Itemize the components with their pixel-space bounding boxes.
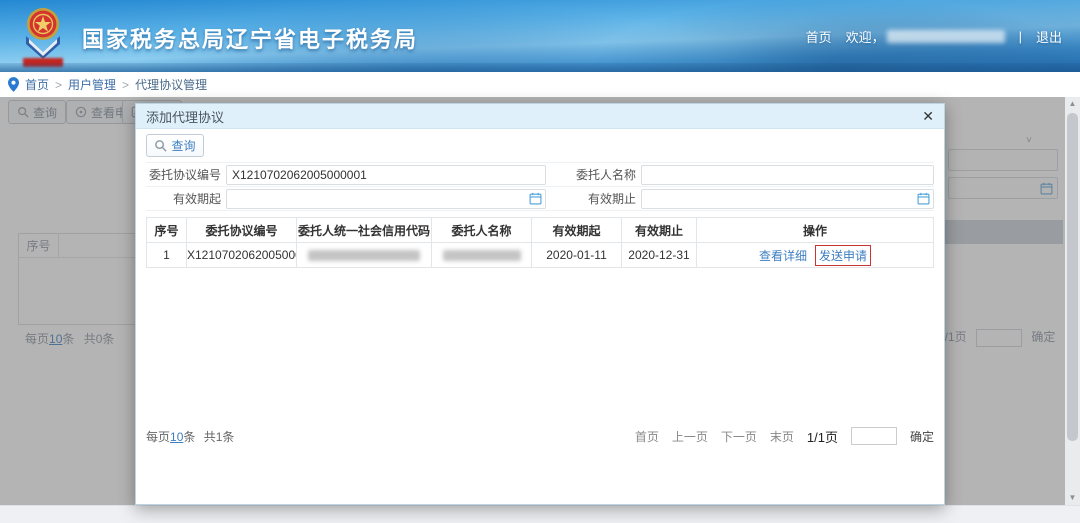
national-emblem-logo xyxy=(16,6,70,68)
redacted-principal-name xyxy=(442,250,521,262)
vertical-scrollbar[interactable]: ▲ ▼ xyxy=(1065,97,1080,505)
col-valid-from: 有效期起 xyxy=(531,217,622,243)
send-request-link[interactable]: 发送申请 xyxy=(815,244,872,266)
search-icon xyxy=(155,140,168,152)
nav-divider: | xyxy=(1018,29,1022,44)
valid-from-input[interactable] xyxy=(226,188,546,209)
confirm-page-button[interactable]: 确定 xyxy=(910,428,934,445)
logout-link[interactable]: 退出 xyxy=(1036,27,1062,46)
site-title: 国家税务总局辽宁省电子税务局 xyxy=(82,27,419,52)
prev-page-link[interactable]: 上一页 xyxy=(672,428,708,445)
logo-caption-redacted xyxy=(23,58,63,67)
cell-valid-to: 2020-12-31 xyxy=(621,242,697,268)
scrollbar-thumb[interactable] xyxy=(1067,113,1078,441)
scroll-up-icon[interactable]: ▲ xyxy=(1069,97,1077,111)
next-page-link[interactable]: 下一页 xyxy=(721,428,757,445)
first-page-link[interactable]: 首页 xyxy=(635,428,659,445)
last-page-link[interactable]: 末页 xyxy=(770,428,794,445)
table-header-row: 序号 委托协议编号 委托人统一社会信用代码 委托人名称 有效期起 有效期止 操作 xyxy=(146,217,934,243)
valid-from-label: 有效期起 xyxy=(172,192,221,206)
col-seq: 序号 xyxy=(146,217,187,243)
banner-nav: 首页 欢迎， | 退出 xyxy=(806,27,1062,46)
col-actions: 操作 xyxy=(696,217,934,243)
dialog-title: 添加代理协议 xyxy=(146,109,225,125)
col-credit-code: 委托人统一社会信用代码 xyxy=(296,217,432,243)
cell-principal-name xyxy=(431,242,532,268)
redacted-credit-code xyxy=(308,250,420,262)
footer-strip xyxy=(0,505,1080,523)
page-number-input[interactable] xyxy=(850,427,897,445)
view-detail-link[interactable]: 查看详细 xyxy=(759,247,807,264)
cell-agreement-no: X1210702062005000001 xyxy=(186,242,297,268)
col-agreement-no: 委托协议编号 xyxy=(186,217,297,243)
page-size-link[interactable]: 10 xyxy=(170,430,183,444)
agreement-no-label: 委托协议编号 xyxy=(148,168,221,182)
breadcrumb-home[interactable]: 首页 xyxy=(25,76,49,93)
nav-home-link[interactable]: 首页 xyxy=(806,27,832,46)
query-button[interactable]: 查询 xyxy=(146,134,204,157)
table-row: 1 X1210702062005000001 2020-01-11 2020-1… xyxy=(146,242,934,268)
breadcrumb: 首页 > 用户管理 > 代理协议管理 xyxy=(0,72,1080,97)
results-table: 序号 委托协议编号 委托人统一社会信用代码 委托人名称 有效期起 有效期止 操作… xyxy=(146,217,934,268)
username-redacted xyxy=(886,30,1005,43)
welcome-text: 欢迎， xyxy=(846,27,1005,46)
cell-actions: 查看详细 发送申请 xyxy=(696,242,934,268)
cell-seq: 1 xyxy=(146,242,187,268)
results-table-zone: 序号 委托协议编号 委托人统一社会信用代码 委托人名称 有效期起 有效期止 操作… xyxy=(146,217,934,423)
add-agency-agreement-dialog: 添加代理协议 ✕ 查询 委托协议编号 委托人名称 xyxy=(135,103,945,505)
dialog-header: 添加代理协议 ✕ xyxy=(136,104,944,129)
page-indicator: 1/1页 xyxy=(806,429,838,445)
top-banner: 国家税务总局辽宁省电子税务局 首页 欢迎， | 退出 xyxy=(0,0,1080,72)
principal-name-input[interactable] xyxy=(641,164,934,185)
principal-name-label: 委托人名称 xyxy=(575,168,636,182)
col-principal-name: 委托人名称 xyxy=(431,217,532,243)
dialog-pagination: 每页10条 共1条 首页 上一页 下一页 末页 1/1页 确定 xyxy=(146,423,934,449)
agreement-no-input[interactable] xyxy=(226,164,546,185)
calendar-icon[interactable] xyxy=(529,192,542,205)
total-count: 共1条 xyxy=(203,429,235,444)
breadcrumb-current: 代理协议管理 xyxy=(135,78,208,92)
cell-valid-from: 2020-01-11 xyxy=(531,242,622,268)
search-form: 委托协议编号 委托人名称 有效期起 xyxy=(146,162,934,211)
col-valid-to: 有效期止 xyxy=(621,217,697,243)
scroll-down-icon[interactable]: ▼ xyxy=(1069,491,1077,505)
location-pin-icon xyxy=(8,77,19,92)
valid-to-label: 有效期止 xyxy=(587,192,636,206)
breadcrumb-user-mgmt[interactable]: 用户管理 xyxy=(68,76,116,93)
calendar-icon[interactable] xyxy=(917,192,930,205)
close-icon[interactable]: ✕ xyxy=(922,109,934,123)
valid-to-input[interactable] xyxy=(641,188,934,209)
cell-credit-code xyxy=(296,242,432,268)
dialog-body: 查询 委托协议编号 委托人名称 有效期起 xyxy=(136,129,944,504)
